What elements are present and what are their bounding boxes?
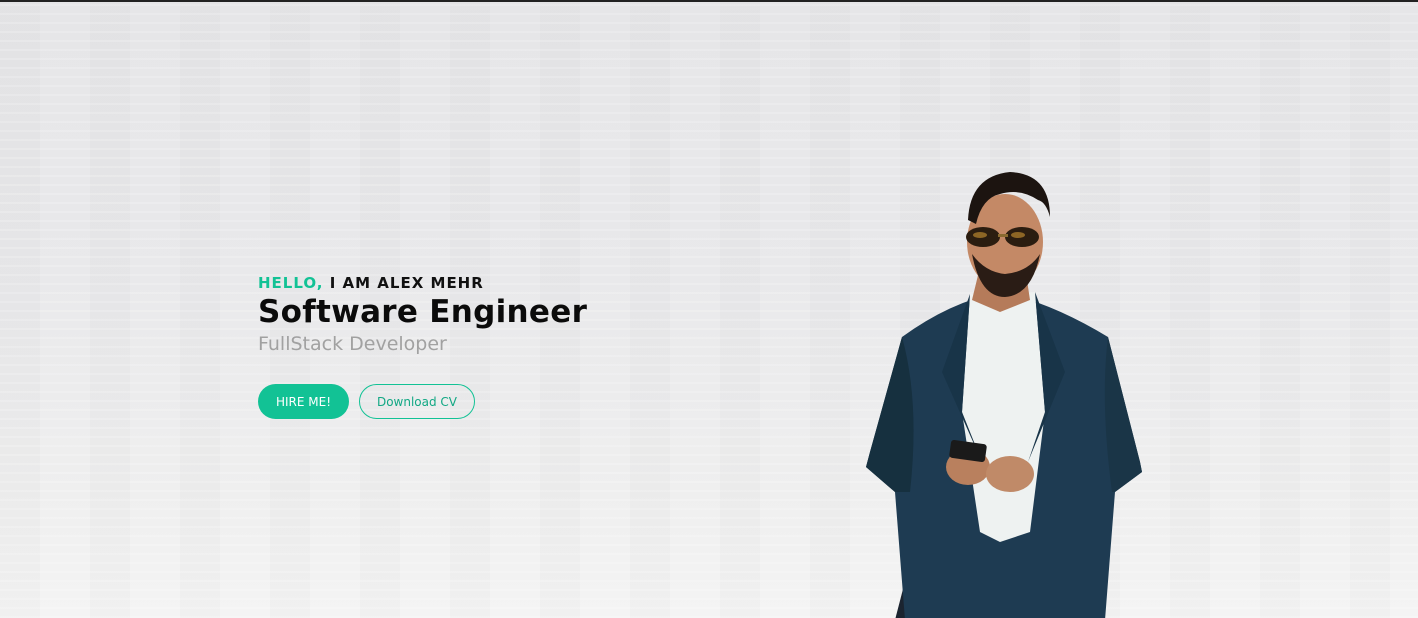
intro-block: HELLO, I AM ALEX MEHR Software Engineer … bbox=[258, 274, 587, 419]
greeting-accent: HELLO, bbox=[258, 274, 324, 292]
page-title: Software Engineer bbox=[258, 294, 588, 330]
portrait-image bbox=[866, 172, 1142, 618]
greeting-name: I AM ALEX MEHR bbox=[329, 274, 484, 292]
subtitle: FullStack Developer bbox=[258, 333, 447, 355]
background-texture bbox=[0, 2, 1418, 618]
hero-section: HELLO, I AM ALEX MEHR Software Engineer … bbox=[0, 0, 1418, 618]
hire-me-button[interactable]: HIRE ME! bbox=[258, 384, 349, 419]
hero-actions: HIRE ME! Download CV bbox=[258, 384, 587, 419]
download-cv-button[interactable]: Download CV bbox=[359, 384, 475, 419]
greeting: HELLO, I AM ALEX MEHR bbox=[258, 274, 587, 292]
